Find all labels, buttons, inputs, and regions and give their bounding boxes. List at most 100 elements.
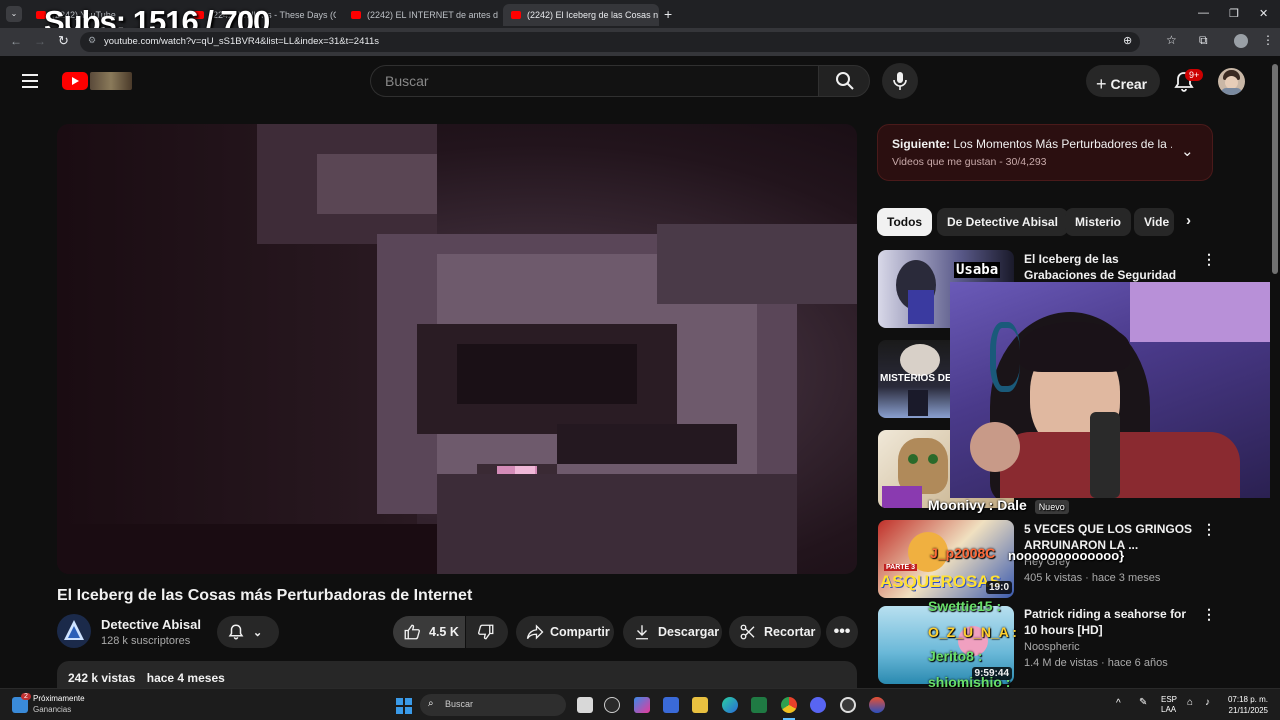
chip-videos[interactable]: Vide bbox=[1134, 208, 1174, 236]
clip-button[interactable]: Recortar bbox=[729, 616, 821, 648]
chevron-down-icon[interactable]: ⌄ bbox=[1181, 142, 1194, 160]
windows-start-icon[interactable] bbox=[396, 698, 412, 714]
search-icon: ⌕ bbox=[428, 698, 434, 709]
browser-menu-icon[interactable]: ⋮ bbox=[1262, 33, 1274, 47]
channel-subscribers: 128 k suscriptores bbox=[101, 635, 191, 647]
search-placeholder: Buscar bbox=[385, 73, 429, 89]
chip-todos[interactable]: Todos bbox=[877, 208, 933, 236]
back-icon[interactable]: ← bbox=[10, 34, 22, 48]
more-vertical-icon[interactable]: ⋮ bbox=[1202, 606, 1216, 623]
scrollbar-thumb[interactable] bbox=[1272, 64, 1278, 274]
channel-avatar[interactable] bbox=[57, 614, 91, 648]
edge-icon[interactable] bbox=[722, 697, 738, 713]
file-explorer-icon[interactable] bbox=[692, 697, 708, 713]
chat-message: Swettie15 : bbox=[928, 598, 1002, 614]
forward-icon[interactable]: → bbox=[34, 34, 46, 48]
page-scrollbar[interactable] bbox=[1270, 56, 1280, 688]
more-actions-button[interactable]: ••• bbox=[826, 616, 858, 648]
windows-taskbar: 2 Próximamente Ganancias ⌕ Buscar ^ ✎ ES… bbox=[0, 688, 1280, 720]
chrome-icon[interactable] bbox=[781, 697, 797, 713]
hamburger-menu-icon[interactable] bbox=[22, 74, 38, 88]
extensions-icon[interactable]: ⧉ bbox=[1199, 33, 1208, 48]
new-tab-icon[interactable]: + bbox=[664, 6, 672, 22]
playlist-next-title: Los Momentos Más Perturbadores de la ... bbox=[953, 137, 1172, 151]
tab-list-chevron-icon[interactable]: ⌄ bbox=[6, 6, 22, 22]
thumbs-down-icon bbox=[478, 624, 494, 640]
widget-subtitle: Ganancias bbox=[33, 705, 72, 714]
close-tab-icon[interactable]: ✕ bbox=[498, 10, 501, 21]
minimize-icon[interactable]: — bbox=[1198, 7, 1209, 19]
more-horizontal-icon: ••• bbox=[833, 623, 851, 640]
language-indicator[interactable]: ESP LAA bbox=[1161, 695, 1177, 715]
youtube-header: Buscar + Crear 9+ bbox=[0, 56, 1268, 106]
taskbar-search-label: Buscar bbox=[445, 699, 474, 709]
task-view-icon[interactable] bbox=[577, 697, 593, 713]
chips-next-arrow-icon[interactable]: › bbox=[1186, 212, 1191, 229]
site-info-icon[interactable]: ⚙ bbox=[88, 35, 96, 46]
clock-time: 07:18 p. m. bbox=[1227, 695, 1268, 704]
recommendation-meta: 1.4 M de vistas · hace 6 años bbox=[1024, 657, 1168, 669]
like-button[interactable]: 4.5 K bbox=[393, 616, 465, 648]
dislike-button[interactable] bbox=[466, 616, 508, 648]
download-icon bbox=[636, 625, 648, 640]
more-vertical-icon[interactable]: ⋮ bbox=[1202, 251, 1216, 268]
profile-icon[interactable] bbox=[1234, 34, 1248, 48]
search-button[interactable] bbox=[818, 65, 870, 97]
video-player[interactable] bbox=[57, 124, 857, 574]
recommendation-channel[interactable]: Noospheric bbox=[1024, 641, 1080, 653]
weather-widget[interactable]: 2 Próximamente Ganancias bbox=[12, 693, 102, 717]
download-label: Descargar bbox=[658, 625, 720, 639]
channel-name[interactable]: Detective Abisal bbox=[101, 617, 201, 632]
discord-icon[interactable] bbox=[810, 697, 826, 713]
search-icon bbox=[836, 72, 854, 90]
zoom-icon[interactable]: ⊕ bbox=[1123, 34, 1132, 47]
recommendation-meta: 405 k vistas · hace 3 meses bbox=[1024, 572, 1161, 584]
voice-search-button[interactable] bbox=[882, 63, 918, 99]
playlist-panel[interactable]: Siguiente: Los Momentos Más Perturbadore… bbox=[877, 124, 1213, 181]
account-avatar[interactable] bbox=[1218, 68, 1245, 95]
recommendation-title[interactable]: Patrick riding a seahorse for 10 hours [… bbox=[1024, 606, 1194, 638]
search-input[interactable]: Buscar bbox=[370, 65, 818, 97]
chat-message: Jerito8 : bbox=[928, 648, 983, 664]
clock[interactable]: 07:18 p. m. 21/11/2025 bbox=[1224, 694, 1268, 716]
store-icon[interactable] bbox=[663, 697, 679, 713]
create-button[interactable]: + Crear bbox=[1086, 65, 1160, 97]
address-bar-row: ← → ↻ ⚙ youtube.com/watch?v=qU_sS1BVR4&l… bbox=[0, 28, 1280, 56]
thumbnail-text: ASQUEROSAS bbox=[880, 572, 1001, 591]
tab-iceberg[interactable]: (2242) El Iceberg de las Cosas n✕ bbox=[503, 4, 659, 26]
bookmark-star-icon[interactable]: ☆ bbox=[1166, 33, 1177, 47]
volume-icon[interactable]: ♪ bbox=[1205, 697, 1210, 708]
chip-de-detective-abisal[interactable]: De Detective Abisal bbox=[937, 208, 1068, 236]
chip-misterio[interactable]: Misterio bbox=[1065, 208, 1132, 236]
download-button[interactable]: Descargar bbox=[623, 616, 722, 648]
more-vertical-icon[interactable]: ⋮ bbox=[1202, 521, 1216, 538]
like-count: 4.5 K bbox=[429, 625, 459, 639]
youtube-logo[interactable] bbox=[62, 72, 88, 90]
video-duration: 19:0 bbox=[985, 581, 1012, 594]
copilot-icon[interactable] bbox=[634, 697, 650, 713]
close-window-icon[interactable]: ✕ bbox=[1259, 7, 1268, 20]
language-line1: ESP bbox=[1161, 695, 1178, 704]
youtube-favicon-icon bbox=[511, 11, 521, 19]
subscription-bell-button[interactable]: ⌄ bbox=[217, 616, 279, 648]
playlist-next-prefix: Siguiente: bbox=[892, 137, 951, 151]
network-icon[interactable]: ⌂ bbox=[1187, 697, 1193, 708]
streamer-webcam-overlay bbox=[950, 282, 1280, 498]
pen-icon[interactable]: ✎ bbox=[1139, 697, 1147, 708]
url-text: youtube.com/watch?v=qU_sS1BVR4&list=LL&i… bbox=[104, 36, 379, 47]
tab-internet-antes[interactable]: (2242) EL INTERNET de antes d✕ bbox=[343, 4, 501, 26]
restore-icon[interactable]: ❐ bbox=[1229, 7, 1239, 20]
show-hidden-icons[interactable]: ^ bbox=[1116, 698, 1121, 709]
reload-icon[interactable]: ↻ bbox=[58, 33, 69, 49]
obs-icon[interactable] bbox=[840, 697, 856, 713]
url-field[interactable]: ⚙ youtube.com/watch?v=qU_sS1BVR4&list=LL… bbox=[80, 32, 1140, 52]
excel-icon[interactable] bbox=[751, 697, 767, 713]
chatgpt-icon[interactable] bbox=[604, 697, 620, 713]
app-icon[interactable] bbox=[869, 697, 885, 713]
recommendation-thumbnail[interactable]: 9:59:44 bbox=[878, 606, 1014, 684]
taskbar-search-box[interactable]: ⌕ Buscar bbox=[420, 694, 566, 716]
view-count: 242 k vistas bbox=[68, 671, 136, 685]
close-tab-icon[interactable]: ✕ bbox=[658, 10, 659, 21]
share-button[interactable]: Compartir bbox=[516, 616, 614, 648]
chat-badge: Nuevo bbox=[1034, 500, 1069, 514]
